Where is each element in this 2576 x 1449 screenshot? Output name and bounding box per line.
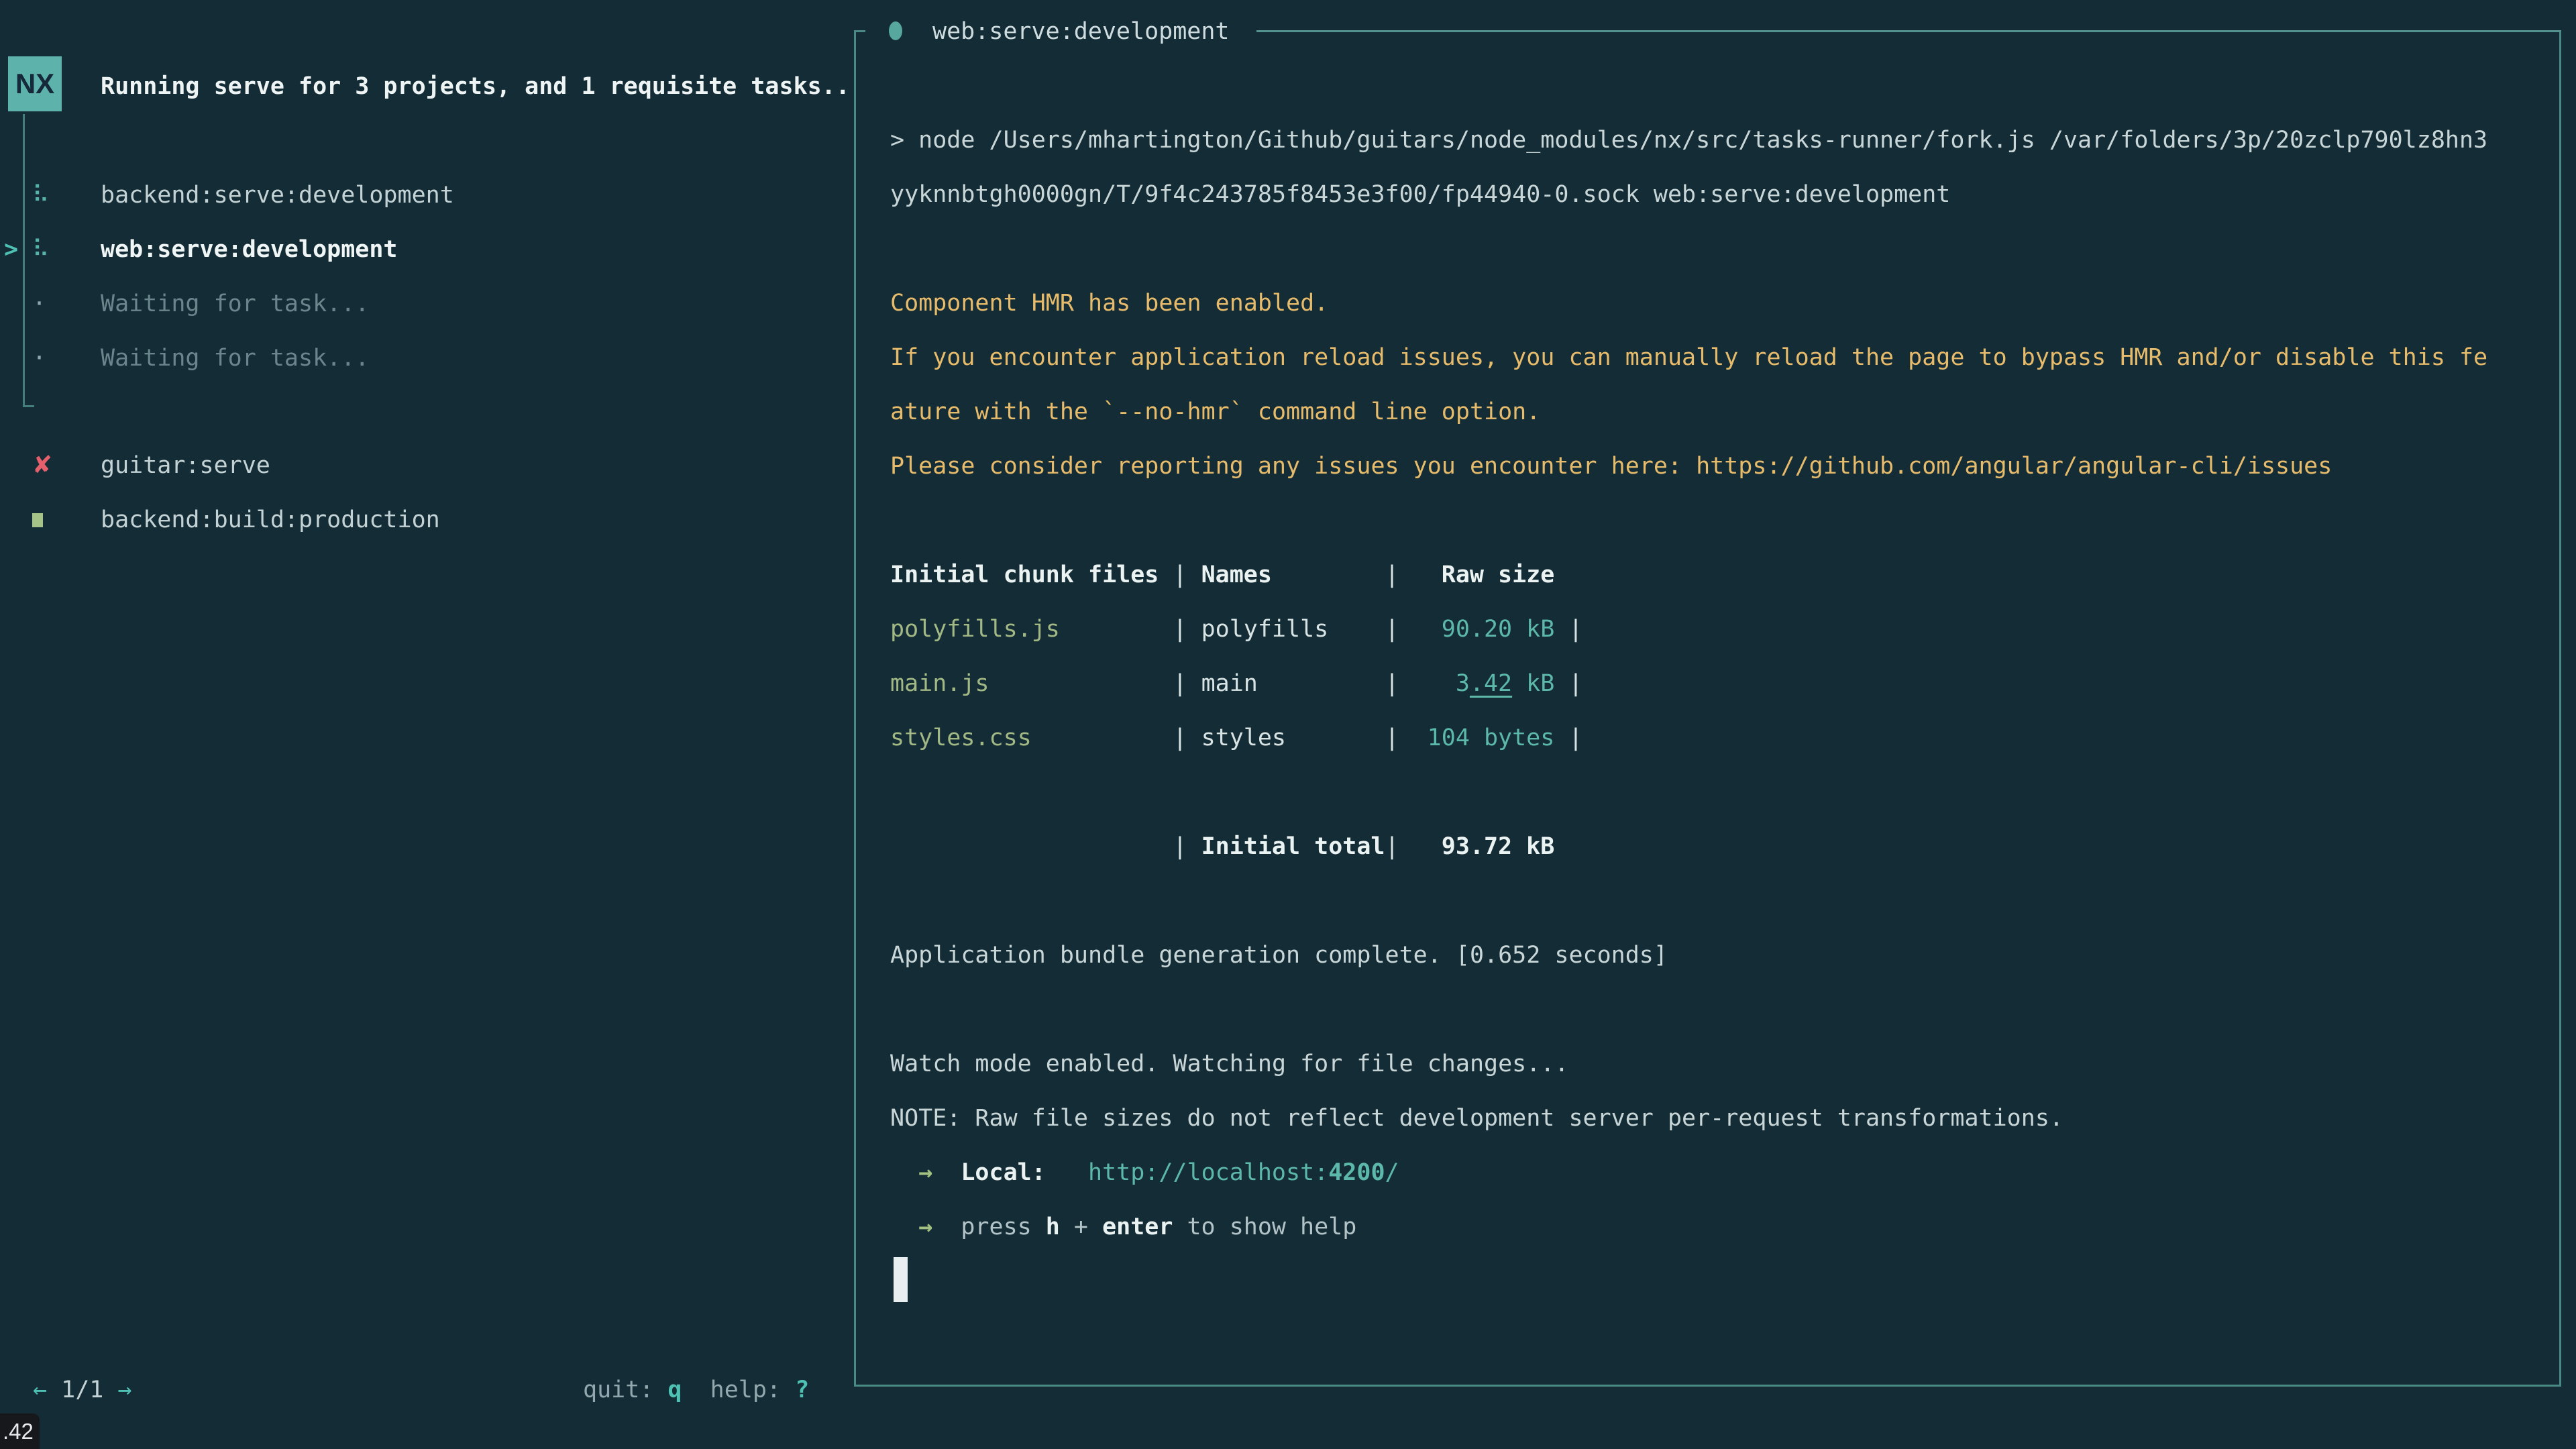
arrow-icon: →	[918, 1159, 932, 1186]
chunk-size: 104 bytes	[1428, 724, 1555, 751]
chunk-table-total-row: |Initial total|93.72 kB	[890, 819, 1554, 873]
chunk-file: polyfills.js	[890, 616, 1159, 643]
waiting-dot-icon: ·	[32, 345, 72, 372]
local-server-line: → Local: http://localhost:4200/	[890, 1145, 1399, 1199]
task-label: backend:build:production	[101, 506, 440, 533]
task-label: web:serve:development	[101, 236, 398, 263]
hmr-warning-line-1: Component HMR has been enabled.	[890, 276, 1328, 330]
col-header-rawsize: Raw size	[1413, 561, 1555, 588]
pager-left-arrow-icon[interactable]: ←	[33, 1377, 47, 1403]
nx-logo-badge: NX	[8, 56, 62, 111]
quit-key: q	[667, 1377, 682, 1403]
pager-right-arrow-icon[interactable]: →	[117, 1377, 131, 1403]
panel-border-left	[854, 30, 856, 1387]
chunk-size: 90.20 kB	[1442, 616, 1555, 643]
table-separator: |	[1173, 833, 1187, 860]
corner-overlay: .42	[0, 1413, 40, 1449]
chunk-table-row: polyfills.js|polyfills|90.20 kB|	[890, 602, 1582, 656]
task-group-bracket-foot	[23, 405, 34, 407]
help-hint-label: help:	[710, 1377, 781, 1403]
table-separator: |	[1173, 670, 1187, 697]
chunk-name: main	[1201, 670, 1385, 697]
panel-title: web:serve:development	[932, 4, 1230, 58]
arrow-icon: →	[918, 1214, 932, 1240]
task-row-backend-build[interactable]: backend:build:production	[0, 492, 852, 547]
hmr-warning-line-3: ature with the `--no-hmr` command line o…	[890, 384, 1540, 439]
spinner-icon: ⠧	[32, 182, 72, 209]
table-separator: |	[1568, 616, 1582, 643]
panel-border-top-tick	[854, 30, 865, 32]
pager: ← 1/1 →	[33, 1362, 132, 1417]
hmr-warning-line-4: Please consider reporting any issues you…	[890, 439, 2332, 493]
chunk-table-row: main.js|main|3.42 kB|	[890, 656, 1582, 710]
task-row-backend-serve[interactable]: ⠧ backend:serve:development	[0, 168, 852, 222]
show-help-text: to show help	[1187, 1214, 1356, 1240]
chunk-file: styles.css	[890, 724, 1159, 751]
terminal-screen: NX Running serve for 3 projects, and 1 r…	[0, 0, 2576, 1449]
help-key: ?	[795, 1377, 809, 1403]
table-separator: |	[1173, 616, 1187, 643]
table-separator: |	[1173, 724, 1187, 751]
pager-position: 1/1	[61, 1377, 103, 1403]
watch-mode-message: Watch mode enabled. Watching for file ch…	[890, 1036, 1568, 1091]
quit-hint-label: quit:	[583, 1377, 653, 1403]
table-separator: |	[1385, 833, 1399, 860]
table-separator: |	[1568, 670, 1582, 697]
help-hint-line: → press h + enter to show help	[890, 1199, 1356, 1254]
chunk-size: 3	[1456, 670, 1470, 697]
command-line-2: yyknnbtgh0000gn/T/9f4c243785f8453e3f00/f…	[890, 167, 1950, 221]
failed-x-icon: ✘	[32, 451, 72, 479]
plus-text: +	[1074, 1214, 1088, 1240]
task-label: Waiting for task...	[101, 345, 369, 372]
command-line-1: > node /Users/mhartington/Github/guitars…	[890, 113, 2487, 167]
chunk-table-header: Initial chunk files|Names|Raw size	[890, 547, 1554, 602]
table-separator: |	[1385, 724, 1399, 751]
local-url[interactable]: http://localhost:4200/	[1088, 1159, 1399, 1186]
key-h: h	[1046, 1214, 1060, 1240]
task-row-guitar-serve[interactable]: ✘ guitar:serve	[0, 438, 852, 492]
waiting-dot-icon: ·	[32, 290, 72, 317]
keyboard-hints: quit: q help: ?	[583, 1362, 809, 1417]
local-label: Local:	[961, 1159, 1045, 1186]
panel-border-bottom	[854, 1385, 2561, 1387]
task-row-waiting-1[interactable]: · Waiting for task...	[0, 276, 852, 331]
task-label: Waiting for task...	[101, 290, 369, 317]
table-separator: |	[1385, 616, 1399, 643]
table-separator: |	[1385, 561, 1399, 588]
col-header-files: Initial chunk files	[890, 561, 1159, 588]
hmr-warning-line-2: If you encounter application reload issu…	[890, 330, 2487, 384]
task-label: guitar:serve	[101, 452, 270, 479]
task-row-web-serve[interactable]: > ⠧ web:serve:development	[0, 222, 852, 276]
table-separator: |	[1173, 561, 1187, 588]
task-row-waiting-2[interactable]: · Waiting for task...	[0, 331, 852, 385]
task-label: backend:serve:development	[101, 182, 454, 209]
running-bullet-icon	[889, 21, 902, 40]
chunk-table-row: styles.css|styles|104 bytes|	[890, 710, 1582, 765]
press-text: press	[961, 1214, 1031, 1240]
tasks-header: Running serve for 3 projects, and 1 requ…	[101, 59, 850, 113]
panel-border-right	[2559, 30, 2561, 1387]
selected-caret-icon: >	[4, 236, 18, 263]
terminal-cursor	[894, 1257, 908, 1302]
panel-border-top-line	[1256, 30, 2561, 32]
spinner-icon: ⠧	[32, 236, 72, 263]
bundle-complete-message: Application bundle generation complete. …	[890, 928, 1668, 982]
initial-total-label: Initial total	[1201, 833, 1385, 860]
success-square-icon	[32, 506, 72, 533]
note-message: NOTE: Raw file sizes do not reflect deve…	[890, 1091, 2063, 1145]
table-separator: |	[1568, 724, 1582, 751]
chunk-name: styles	[1201, 724, 1385, 751]
chunk-name: polyfills	[1201, 616, 1385, 643]
col-header-names: Names	[1201, 561, 1385, 588]
table-separator: |	[1385, 670, 1399, 697]
key-enter: enter	[1102, 1214, 1173, 1240]
initial-total-size: 93.72 kB	[1413, 833, 1555, 860]
chunk-file: main.js	[890, 670, 1159, 697]
